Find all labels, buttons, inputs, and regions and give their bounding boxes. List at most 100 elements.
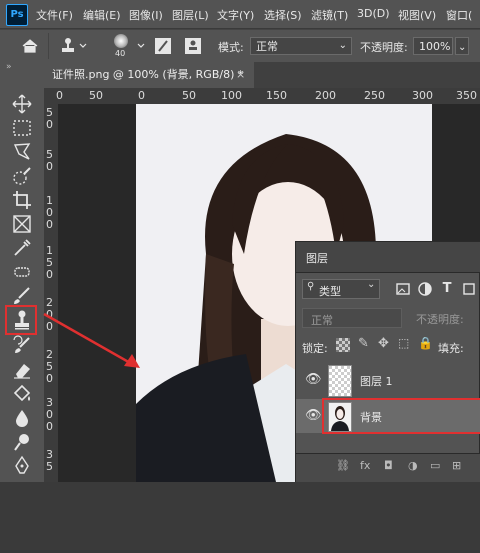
document-tab[interactable]: 证件照.png @ 100% (背景, RGB/8) * ×: [44, 62, 254, 88]
menu-select[interactable]: 选择(S): [264, 7, 302, 23]
opacity-field[interactable]: 100%: [413, 37, 453, 55]
menu-type[interactable]: 文字(Y): [217, 7, 254, 23]
menu-bar: Ps 文件(F) 编辑(E) 图像(I) 图层(L) 文字(Y) 选择(S) 滤…: [0, 0, 480, 28]
shape-filter-icon[interactable]: [460, 280, 478, 298]
healing-brush-tool-icon[interactable]: [10, 260, 34, 284]
brush-settings-icon[interactable]: [152, 35, 174, 57]
menu-edit[interactable]: 编辑(E): [83, 7, 121, 23]
adjustment-filter-icon[interactable]: [416, 280, 434, 298]
ruler-label: 300: [412, 89, 433, 102]
soft-brush-icon: [114, 34, 128, 48]
ruler-label: 250: [364, 89, 385, 102]
history-brush-tool-icon[interactable]: [10, 334, 34, 358]
layers-panel: 图层 ⚲ 类型 ⌄ T 正常 不透明度: 锁定: ✎ ✥ ⬚ 🔒 填充: 👁 图…: [295, 241, 480, 482]
layer-filter-select[interactable]: ⚲ 类型 ⌄: [302, 279, 380, 299]
ruler-label: 0: [46, 218, 53, 231]
opacity-label: 不透明度:: [360, 41, 408, 54]
ruler-label: 150: [266, 89, 287, 102]
layer-name[interactable]: 图层 1: [360, 373, 393, 389]
chevron-down-icon: ⌄: [367, 279, 376, 290]
adjustment-layer-icon[interactable]: ◑: [408, 459, 418, 472]
brush-preset-picker[interactable]: 40: [106, 32, 136, 60]
lock-transparency-icon[interactable]: [336, 338, 350, 352]
blend-mode-select[interactable]: 正常: [302, 308, 402, 328]
menu-filter[interactable]: 滤镜(T): [311, 7, 348, 23]
ruler-label: 0: [46, 420, 53, 433]
visibility-eye-icon[interactable]: 👁: [305, 408, 322, 423]
layer-style-icon[interactable]: fx: [360, 459, 370, 472]
marquee-tool-icon[interactable]: [10, 116, 34, 140]
opacity-dropdown[interactable]: ⌄: [455, 37, 469, 55]
ruler-label: 0: [138, 89, 145, 102]
quick-selection-tool-icon[interactable]: [10, 164, 34, 188]
ruler-label: 0: [56, 89, 63, 102]
dodge-tool-icon[interactable]: [10, 430, 34, 454]
blur-tool-icon[interactable]: [10, 406, 34, 430]
pen-tool-icon[interactable]: [10, 454, 34, 478]
add-mask-icon[interactable]: ◘: [384, 459, 393, 472]
mode-select[interactable]: 正常 ⌄: [250, 37, 352, 55]
close-icon[interactable]: ×: [236, 62, 245, 88]
photoshop-logo[interactable]: Ps: [6, 4, 28, 26]
ruler-label: 100: [221, 89, 242, 102]
group-icon[interactable]: ▭: [430, 459, 440, 472]
layer-opacity-label: 不透明度:: [416, 313, 464, 326]
pixel-filter-icon[interactable]: [394, 280, 412, 298]
ruler-label: 0: [46, 160, 53, 173]
layer-thumbnail: [328, 402, 352, 432]
ruler-label: 5: [46, 460, 53, 473]
ruler-label: 200: [315, 89, 336, 102]
frame-tool-icon[interactable]: [10, 212, 34, 236]
empty-area: [0, 482, 480, 553]
fill-label: 填充:: [438, 342, 464, 355]
vertical-ruler: 5 0 5 0 1 0 0 1 5 0 2 0 0 2 5 0 3 0 0 3 …: [44, 104, 59, 482]
eyedropper-tool-icon[interactable]: [10, 236, 34, 260]
ruler-label: 0: [46, 118, 53, 131]
menu-file[interactable]: 文件(F): [36, 7, 73, 23]
lock-all-icon[interactable]: 🔒: [418, 336, 433, 350]
menu-window[interactable]: 窗口(: [446, 7, 472, 23]
document-tab-title: 证件照.png @ 100% (背景, RGB/8) *: [52, 68, 244, 81]
chevron-down-icon[interactable]: [136, 38, 146, 52]
mode-value: 正常: [256, 40, 278, 53]
opacity-value: 100%: [419, 40, 451, 53]
new-layer-icon[interactable]: ⊞: [452, 459, 461, 472]
lock-artboard-icon[interactable]: ⬚: [398, 336, 409, 350]
collapse-toolbar-icon[interactable]: »: [6, 62, 12, 72]
ruler-label: 350: [456, 89, 477, 102]
clone-stamp-tool-icon[interactable]: [10, 308, 34, 332]
lock-position-icon[interactable]: ✥: [378, 336, 389, 351]
ruler-label: 50: [89, 89, 103, 102]
clone-source-icon[interactable]: [182, 35, 204, 57]
lasso-tool-icon[interactable]: [10, 140, 34, 164]
layer-name[interactable]: 背景: [360, 409, 382, 425]
layers-panel-header: 图层: [296, 242, 480, 273]
layer-row-selected[interactable]: 👁 背景: [296, 398, 480, 434]
layers-panel-title[interactable]: 图层: [306, 250, 328, 266]
crop-tool-icon[interactable]: [10, 188, 34, 212]
menu-layer[interactable]: 图层(L): [172, 7, 209, 23]
menu-image[interactable]: 图像(I): [129, 7, 163, 23]
menu-view[interactable]: 视图(V): [398, 7, 436, 23]
lock-image-icon[interactable]: ✎: [358, 336, 369, 351]
clone-stamp-preset-icon[interactable]: [58, 35, 88, 57]
home-icon[interactable]: [20, 37, 40, 55]
layer-row[interactable]: 👁 图层 1: [296, 362, 480, 398]
lock-label: 锁定:: [302, 342, 328, 355]
horizontal-ruler: 0 50 0 50 100 150 200 250 300 350: [56, 88, 480, 105]
visibility-eye-icon[interactable]: 👁: [305, 372, 322, 387]
move-tool-icon[interactable]: [10, 92, 34, 116]
ruler-label: 50: [182, 89, 196, 102]
ruler-label: 0: [46, 268, 53, 281]
eraser-tool-icon[interactable]: [10, 358, 34, 382]
layer-thumbnail: [328, 365, 352, 397]
separator: [48, 33, 49, 59]
link-layers-icon[interactable]: ⛓: [336, 459, 350, 472]
type-filter-icon[interactable]: T: [438, 280, 456, 298]
menu-3d[interactable]: 3D(D): [357, 7, 390, 20]
annotation-arrow: [43, 312, 140, 368]
chevron-down-icon: ⌄: [338, 40, 347, 51]
brush-size: 40: [115, 49, 126, 58]
layers-panel-footer: ⛓ fx ◘ ◑ ▭ ⊞: [296, 453, 480, 482]
paint-bucket-tool-icon[interactable]: [10, 382, 34, 406]
